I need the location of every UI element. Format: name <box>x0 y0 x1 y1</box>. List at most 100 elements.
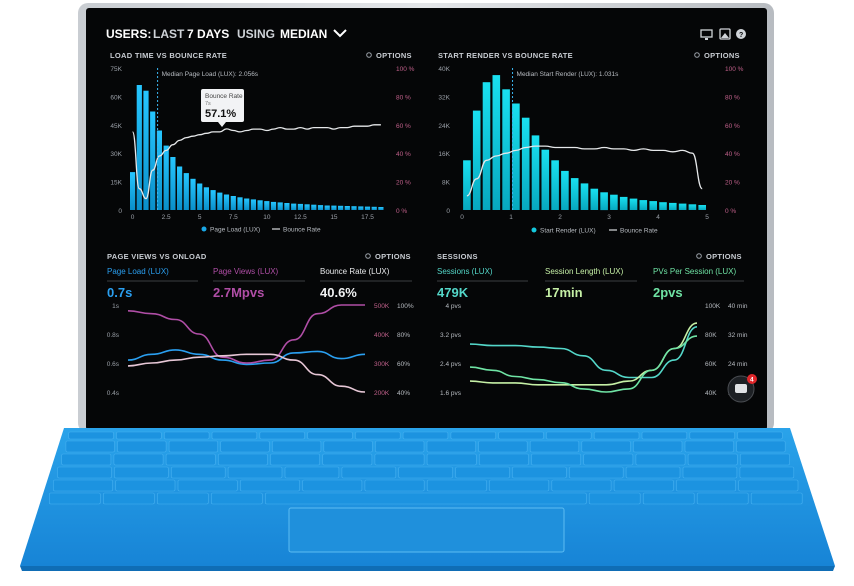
bar <box>297 203 303 210</box>
x-tick: 2 <box>558 214 562 221</box>
y-tick-left: 8K <box>442 180 451 187</box>
key <box>625 466 681 479</box>
key <box>402 431 449 440</box>
bar <box>277 202 283 210</box>
bar <box>257 200 263 210</box>
key <box>227 466 283 479</box>
bar <box>156 130 162 210</box>
y-tick-right: 0 % <box>725 208 736 215</box>
key <box>478 440 528 453</box>
stat-value-pvs-per-session: 2pvs <box>653 285 683 300</box>
bar <box>629 198 638 210</box>
y-tick-left: 0.6s <box>107 361 120 368</box>
stat-value-page-load: 0.7s <box>107 285 132 300</box>
key <box>593 431 640 440</box>
bar <box>364 206 371 210</box>
key <box>284 466 340 479</box>
panel-page-views-header: PAGE VIEWS VS ONLOAD <box>107 252 207 261</box>
bar <box>600 192 608 211</box>
y-tick-mid: 400K <box>374 332 390 339</box>
bar <box>512 103 520 210</box>
help-icon[interactable]: ? <box>736 29 746 39</box>
key <box>676 479 737 492</box>
bar <box>150 111 156 210</box>
tooltip-sub: 7s <box>205 101 211 107</box>
key <box>737 431 783 440</box>
y-tick-mid: 100K <box>705 303 721 310</box>
photo-svg: USERS: LAST 7 DAYS USING MEDIAN ? LOAD T… <box>20 3 835 571</box>
y-tick-left: 0.8s <box>107 332 120 339</box>
tooltip-title: Bounce Rate <box>205 93 243 100</box>
stat-label-page-views: Page Views (LUX) <box>213 267 279 276</box>
key <box>489 479 550 492</box>
bar <box>197 183 203 210</box>
bar <box>492 75 501 210</box>
y-tick-left: 3.2 pvs <box>440 332 462 339</box>
key <box>739 453 790 466</box>
y-tick-left: 15K <box>110 180 122 187</box>
y-tick-right: 100 % <box>725 66 744 73</box>
options-label: OPTIONS <box>376 51 412 60</box>
legend-page-load: Page Load (LUX) <box>210 227 260 234</box>
y-tick-mid: 500K <box>374 303 390 310</box>
stat-value-page-views: 2.7Mpvs <box>213 285 264 300</box>
y-tick-mid: 40K <box>705 390 717 397</box>
y-tick-right: 0 % <box>396 208 407 215</box>
median-label: Median Page Load (LUX): 2.056s <box>162 71 259 78</box>
key <box>211 431 258 440</box>
key <box>68 431 114 440</box>
bar <box>270 201 277 210</box>
bar <box>561 170 569 210</box>
y-tick-right: 100% <box>397 303 414 310</box>
x-tick: 0 <box>131 214 135 221</box>
dashboard-title-last: LAST <box>153 27 185 41</box>
key <box>684 440 734 453</box>
key <box>57 466 112 479</box>
key <box>583 453 634 466</box>
y-tick-right: 20 % <box>725 180 740 187</box>
key <box>220 440 270 453</box>
dashboard-title-using: USING <box>237 27 275 41</box>
key <box>375 440 425 453</box>
stat-label-pvs-per-session: PVs Per Session (LUX) <box>653 267 736 276</box>
x-tick: 12.5 <box>294 214 307 221</box>
bar <box>230 196 236 210</box>
key <box>450 431 496 440</box>
stat-value-sessions: 479K <box>437 285 469 300</box>
key <box>116 431 162 440</box>
bar <box>190 178 196 210</box>
bar <box>223 194 230 210</box>
stat-label-session-length: Session Length (LUX) <box>545 267 624 276</box>
stat-label-sessions: Sessions (LUX) <box>437 267 493 276</box>
legend-bounce-rate: Bounce Rate <box>620 228 658 235</box>
legend-bounce-rate: Bounce Rate <box>283 227 321 234</box>
x-tick: 5 <box>198 214 202 221</box>
key <box>177 479 238 492</box>
options-label: OPTIONS <box>706 252 742 261</box>
key <box>115 479 176 492</box>
x-tick: 5 <box>705 214 709 221</box>
key <box>53 479 114 492</box>
y-tick-left: 0 <box>446 208 450 215</box>
bar <box>183 173 189 210</box>
key <box>498 431 544 440</box>
dashboard-title-median[interactable]: MEDIAN <box>280 27 327 41</box>
key <box>323 440 373 453</box>
y-tick-mid: 80K <box>705 332 717 339</box>
y-tick-left: 1.6 pvs <box>440 390 462 397</box>
key <box>341 466 397 479</box>
y-tick-mid: 300K <box>374 361 390 368</box>
bar <box>502 89 510 210</box>
touchpad <box>288 507 565 553</box>
key <box>689 431 735 440</box>
y-tick-right: 60% <box>397 361 410 368</box>
bar <box>338 205 344 210</box>
chat-badge-count: 4 <box>750 377 754 384</box>
key <box>588 492 641 505</box>
key <box>641 431 688 440</box>
y-tick-right: 60 % <box>396 123 411 130</box>
key <box>478 453 529 466</box>
key <box>696 492 749 505</box>
key <box>113 453 164 466</box>
bar <box>590 188 599 210</box>
